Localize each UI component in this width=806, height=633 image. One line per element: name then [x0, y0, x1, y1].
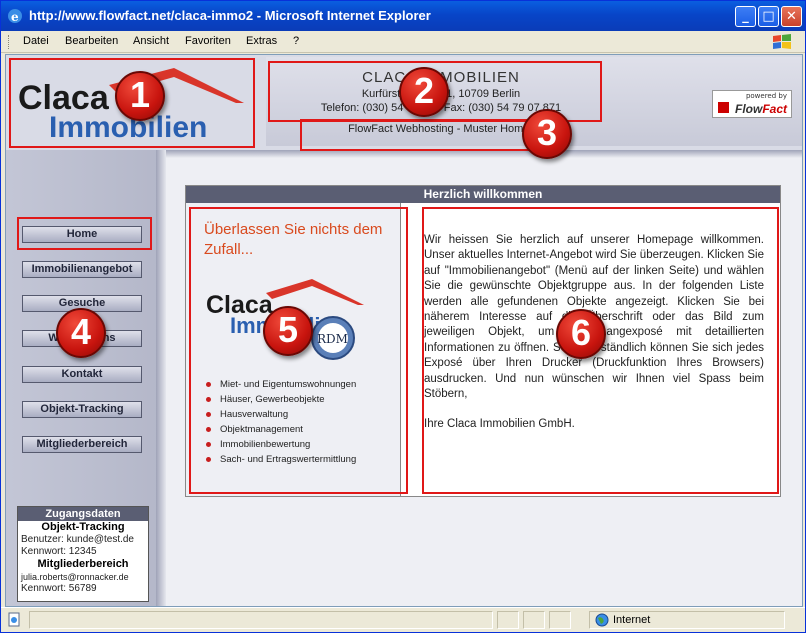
- annotation-badge-4: 4: [56, 308, 106, 358]
- annotation-badge-1: 1: [115, 71, 165, 121]
- internet-zone-icon: [595, 613, 609, 627]
- nav-mitgliederbereich[interactable]: Mitgliederbereich: [22, 436, 142, 453]
- nav-immobilienangebot[interactable]: Immobilienangebot: [22, 261, 142, 278]
- maximize-button[interactable]: □: [758, 6, 779, 27]
- zone-label: Internet: [613, 614, 651, 626]
- member-password: Kennwort: 56789: [21, 583, 97, 594]
- menu-bar: Datei Bearbeiten Ansicht Favoriten Extra…: [1, 31, 805, 53]
- annotation-box-text: [422, 207, 779, 494]
- close-button[interactable]: ✕: [781, 6, 802, 27]
- windows-logo-icon: [773, 34, 791, 49]
- powered-by-label: powered by: [745, 92, 787, 100]
- annotation-badge-5: 5: [263, 306, 313, 356]
- tracking-title: Objekt-Tracking: [41, 521, 125, 533]
- nav-objekt-tracking[interactable]: Objekt-Tracking: [22, 401, 142, 418]
- main-top-shade: [166, 150, 802, 158]
- status-bar: Internet: [1, 607, 805, 632]
- member-title: Mitgliederbereich: [37, 558, 129, 570]
- flowfact-logo-icon: [718, 102, 729, 113]
- title-bar: e http://www.flowfact.net/claca-immo2 - …: [1, 1, 805, 31]
- toolbar-grip[interactable]: [8, 35, 11, 49]
- annotation-badge-3: 3: [522, 109, 572, 159]
- status-text-segment: [29, 611, 493, 629]
- access-data-title: Zugangsdaten: [18, 507, 148, 521]
- status-segment: [523, 611, 545, 629]
- annotation-badge-6: 6: [556, 309, 606, 359]
- tracking-user: Benutzer: kunde@test.de: [21, 534, 134, 545]
- internet-explorer-icon: e: [8, 9, 22, 24]
- member-user: julia.roberts@ronnacker.de: [21, 572, 129, 582]
- browser-window: e http://www.flowfact.net/claca-immo2 - …: [0, 0, 806, 633]
- tracking-password: Kennwort: 12345: [21, 546, 97, 557]
- svg-text:e: e: [11, 10, 19, 24]
- status-segment: [497, 611, 519, 629]
- menu-favoriten[interactable]: Favoriten: [185, 35, 231, 47]
- panel-title: Herzlich willkommen: [186, 186, 780, 203]
- menu-datei[interactable]: Datei: [23, 35, 49, 47]
- annotation-badge-2: 2: [399, 67, 449, 117]
- sidebar-shadow: [156, 150, 166, 606]
- annotation-box-home: [17, 217, 152, 250]
- menu-extras[interactable]: Extras: [246, 35, 277, 47]
- flowfact-powered-badge[interactable]: powered by FlowFact: [712, 90, 792, 118]
- status-segment: [549, 611, 571, 629]
- menu-help[interactable]: ?: [293, 35, 299, 47]
- page-viewport: Claca Immobilien CLACA IMMOBILIEN Kurfür…: [5, 54, 803, 607]
- page-done-icon: [8, 612, 20, 627]
- window-title: http://www.flowfact.net/claca-immo2 - Mi…: [29, 8, 431, 23]
- access-data-box: Zugangsdaten Objekt-Tracking Benutzer: k…: [17, 506, 149, 602]
- minimize-button[interactable]: _: [735, 6, 756, 27]
- menu-bearbeiten[interactable]: Bearbeiten: [65, 35, 118, 47]
- nav-kontakt[interactable]: Kontakt: [22, 366, 142, 383]
- flowfact-brand: FlowFact: [734, 102, 787, 116]
- menu-ansicht[interactable]: Ansicht: [133, 35, 169, 47]
